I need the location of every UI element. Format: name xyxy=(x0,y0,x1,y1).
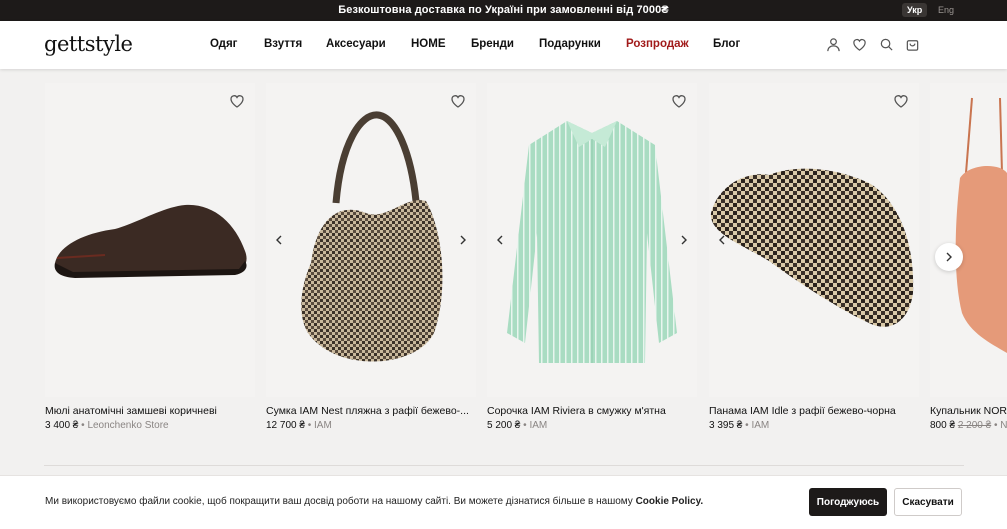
product-store[interactable]: N xyxy=(1000,420,1007,431)
nav-home[interactable]: HOME xyxy=(411,38,446,50)
bag-icon[interactable] xyxy=(905,37,920,52)
swimsuit-image xyxy=(955,97,1007,353)
wishlist-heart-icon[interactable] xyxy=(852,37,867,52)
promo-bar: Безкоштовна доставка по Україні при замо… xyxy=(0,0,1007,21)
product-image[interactable] xyxy=(930,83,1007,397)
promo-text: Безкоштовна доставка по Україні при замо… xyxy=(338,4,669,16)
cookie-accept-button[interactable]: Погоджуюсь xyxy=(809,488,887,516)
nav-clothing[interactable]: Одяг xyxy=(210,38,237,50)
product-card[interactable]: Сорочка IAM Riviera в смужку м'ятна 5 20… xyxy=(487,83,697,431)
nav-blog[interactable]: Блог xyxy=(713,38,740,50)
lang-ukr[interactable]: Укр xyxy=(902,3,928,17)
section-divider xyxy=(44,465,964,466)
product-price: 3 395 ₴ xyxy=(709,420,743,431)
chevron-left-icon[interactable] xyxy=(495,234,505,246)
product-meta: 3 400 ₴ • Leonchenko Store xyxy=(45,420,255,431)
chevron-left-icon[interactable] xyxy=(274,234,284,246)
nav-accessories[interactable]: Аксесуари xyxy=(326,38,386,50)
product-image[interactable] xyxy=(487,83,697,397)
mule-shoe-image xyxy=(54,204,247,278)
chevron-right-icon xyxy=(946,252,952,262)
cookie-message: Ми використовуємо файли cookie, щоб покр… xyxy=(45,496,633,507)
product-store[interactable]: IAM xyxy=(751,420,769,431)
site-logo[interactable]: gettstyle xyxy=(44,32,133,56)
product-price: 800 ₴ xyxy=(930,420,956,431)
product-price: 12 700 ₴ xyxy=(266,420,305,431)
nav-gifts[interactable]: Подарунки xyxy=(539,38,601,50)
product-meta: 5 200 ₴ • IAM xyxy=(487,420,697,431)
product-card[interactable]: Сумка IAM Nest пляжна з рафії бежево-...… xyxy=(266,83,476,431)
product-name[interactable]: Купальник NORE xyxy=(930,405,1007,417)
nav-shoes[interactable]: Взуття xyxy=(264,38,302,50)
product-old-price: 2 200 ₴ xyxy=(957,420,992,431)
favorite-heart-icon[interactable] xyxy=(450,93,466,109)
user-icon[interactable] xyxy=(826,37,841,52)
product-image[interactable] xyxy=(709,83,919,397)
cookie-policy-link[interactable]: Cookie Policy. xyxy=(636,496,704,507)
favorite-heart-icon[interactable] xyxy=(229,93,245,109)
bucket-hat-image xyxy=(710,168,914,327)
product-price: 3 400 ₴ xyxy=(45,420,79,431)
cookie-text: Ми використовуємо файли cookie, щоб покр… xyxy=(45,496,703,507)
striped-shirt-image xyxy=(507,121,677,363)
chevron-right-icon[interactable] xyxy=(679,234,689,246)
product-carousel: Мюлі анатомічні замшеві коричневі 3 400 … xyxy=(0,69,1007,469)
product-meta: 800 ₴ 2 200 ₴ • N xyxy=(930,420,1007,431)
lang-eng[interactable]: Eng xyxy=(933,3,959,17)
favorite-heart-icon[interactable] xyxy=(671,93,687,109)
product-name[interactable]: Сорочка IAM Riviera в смужку м'ятна xyxy=(487,405,697,417)
product-name[interactable]: Панама IAM Idle з рафії бежево-чорна xyxy=(709,405,919,417)
product-name[interactable]: Мюлі анатомічні замшеві коричневі xyxy=(45,405,255,417)
search-icon[interactable] xyxy=(879,37,894,52)
chevron-left-icon[interactable] xyxy=(717,234,727,246)
nav-sale[interactable]: Розпродаж xyxy=(626,38,689,50)
product-meta: 12 700 ₴ • IAM xyxy=(266,420,476,431)
product-store[interactable]: IAM xyxy=(529,420,547,431)
product-price: 5 200 ₴ xyxy=(487,420,521,431)
carousel-next-button[interactable] xyxy=(935,243,963,271)
cookie-cancel-button[interactable]: Скасувати xyxy=(894,488,962,516)
nav-brands[interactable]: Бренди xyxy=(471,38,514,50)
product-card[interactable]: Мюлі анатомічні замшеві коричневі 3 400 … xyxy=(45,83,255,431)
site-header: gettstyle Одяг Взуття Аксесуари HOME Бре… xyxy=(0,21,1007,69)
product-card[interactable]: Панама IAM Idle з рафії бежево-чорна 3 3… xyxy=(709,83,919,431)
raffia-bag-image xyxy=(301,111,443,362)
product-image[interactable] xyxy=(266,83,476,397)
product-image[interactable] xyxy=(45,83,255,397)
product-meta: 3 395 ₴ • IAM xyxy=(709,420,919,431)
product-store[interactable]: IAM xyxy=(314,420,332,431)
product-name[interactable]: Сумка IAM Nest пляжна з рафії бежево-... xyxy=(266,405,476,417)
cookie-banner: Ми використовуємо файли cookie, щоб покр… xyxy=(0,475,1007,529)
product-store[interactable]: Leonchenko Store xyxy=(87,420,168,431)
favorite-heart-icon[interactable] xyxy=(893,93,909,109)
chevron-right-icon[interactable] xyxy=(458,234,468,246)
